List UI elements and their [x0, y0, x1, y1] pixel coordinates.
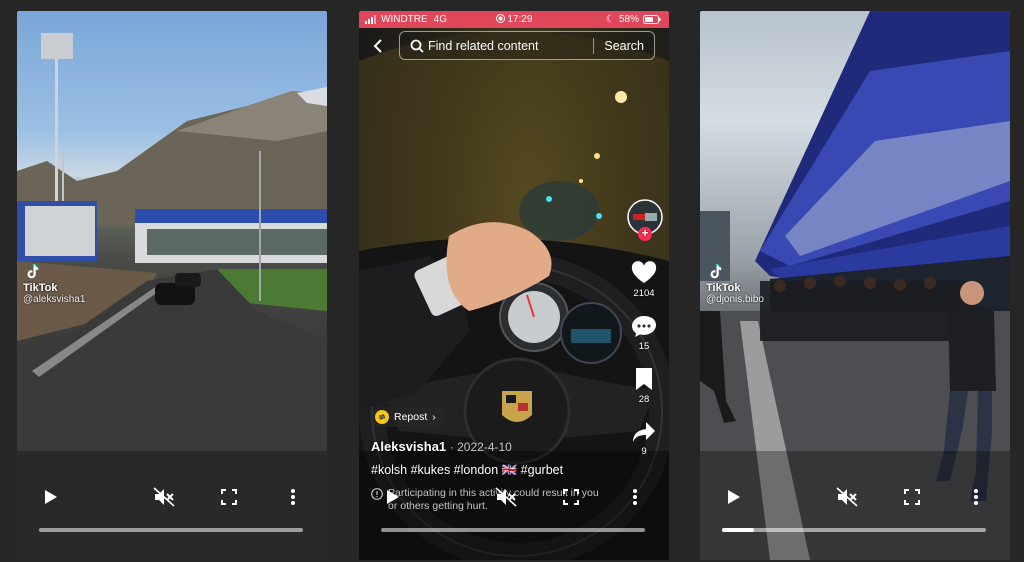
search-bar[interactable]: Find related content Search: [399, 31, 655, 60]
save-count: 28: [638, 394, 650, 405]
comment-icon: [632, 316, 656, 337]
mute-button[interactable]: [151, 484, 177, 510]
tiktok-watermark: TikTok @djonis.bibo: [706, 263, 764, 306]
more-options-button[interactable]: [627, 485, 643, 509]
watermark-handle: @aleksvisha1: [23, 294, 86, 305]
play-icon: [728, 490, 740, 504]
comment-button[interactable]: 15: [627, 314, 661, 352]
search-icon: [410, 39, 424, 53]
time-label: 17:29: [507, 14, 533, 25]
back-button[interactable]: [367, 35, 389, 57]
recording-icon: [495, 14, 505, 23]
follow-button[interactable]: +: [638, 227, 652, 241]
like-count: 2104: [633, 288, 655, 299]
fullscreen-button[interactable]: [900, 485, 924, 509]
play-icon: [387, 490, 399, 504]
watermark-brand: TikTok: [23, 282, 58, 294]
status-bar: WINDTRE 4G 17:29 ☾ 58%: [359, 11, 669, 28]
search-button[interactable]: Search: [604, 39, 644, 53]
video-player-1[interactable]: TikTok @aleksvisha1: [17, 11, 327, 560]
author-name[interactable]: Aleksvisha1: [371, 439, 446, 454]
fullscreen-icon: [904, 489, 920, 505]
like-button[interactable]: 2104: [627, 261, 661, 299]
video-meta: Aleksvisha1 · 2022-4-10: [371, 439, 512, 454]
post-date: · 2022-4-10: [449, 440, 512, 454]
fullscreen-icon: [221, 489, 237, 505]
fullscreen-icon: [563, 489, 579, 505]
mute-button[interactable]: [493, 484, 519, 510]
video-player-3[interactable]: TikTok @djonis.bibo: [700, 11, 1010, 560]
video-progress-bar[interactable]: [381, 528, 645, 532]
search-divider: [593, 37, 595, 54]
mute-icon: [153, 487, 175, 507]
mute-icon: [836, 487, 858, 507]
bookmark-icon: [636, 368, 652, 390]
repost-label: Repost: [394, 411, 428, 423]
chevron-right-icon: ›: [432, 411, 436, 423]
play-button[interactable]: [381, 485, 405, 509]
search-input[interactable]: Find related content: [428, 39, 593, 53]
fullscreen-button[interactable]: [559, 485, 583, 509]
watermark-handle: @djonis.bibo: [706, 294, 764, 305]
play-icon: [45, 490, 57, 504]
tiktok-watermark: TikTok @aleksvisha1: [23, 263, 85, 306]
comment-count: 15: [638, 341, 650, 352]
creator-avatar[interactable]: +: [627, 199, 663, 241]
battery-percent: 58%: [618, 14, 639, 25]
status-right: ☾ 58%: [606, 14, 661, 25]
share-count: 9: [641, 446, 647, 457]
save-button[interactable]: 28: [627, 367, 661, 405]
more-icon: [633, 489, 637, 505]
tiktok-logo-icon: [710, 264, 722, 279]
heart-icon: [631, 261, 657, 283]
mute-icon: [495, 487, 517, 507]
watermark-brand: TikTok: [706, 282, 741, 294]
battery-icon: [643, 15, 661, 24]
more-icon: [974, 489, 978, 505]
fullscreen-button[interactable]: [217, 485, 241, 509]
share-arrow-icon: [633, 422, 655, 442]
play-button[interactable]: [722, 485, 746, 509]
moon-icon: ☾: [606, 14, 615, 25]
tiktok-logo-icon: [27, 264, 39, 279]
video-player-2[interactable]: WINDTRE 4G 17:29 ☾ 58% Find related cont…: [359, 11, 669, 560]
more-options-button[interactable]: [285, 485, 301, 509]
video-progress-bar[interactable]: [39, 528, 303, 532]
repost-button[interactable]: Repost ›: [371, 407, 444, 427]
progress-fill: [722, 528, 754, 532]
video-progress-bar[interactable]: [722, 528, 986, 532]
back-chevron-icon: [373, 39, 382, 53]
more-options-button[interactable]: [968, 485, 984, 509]
share-button[interactable]: 9: [627, 421, 661, 457]
caption[interactable]: #kolsh #kukes #london 🇬🇧 #gurbet: [371, 463, 563, 478]
play-button[interactable]: [39, 485, 63, 509]
mute-button[interactable]: [834, 484, 860, 510]
repost-icon: [375, 410, 389, 424]
more-icon: [291, 489, 295, 505]
